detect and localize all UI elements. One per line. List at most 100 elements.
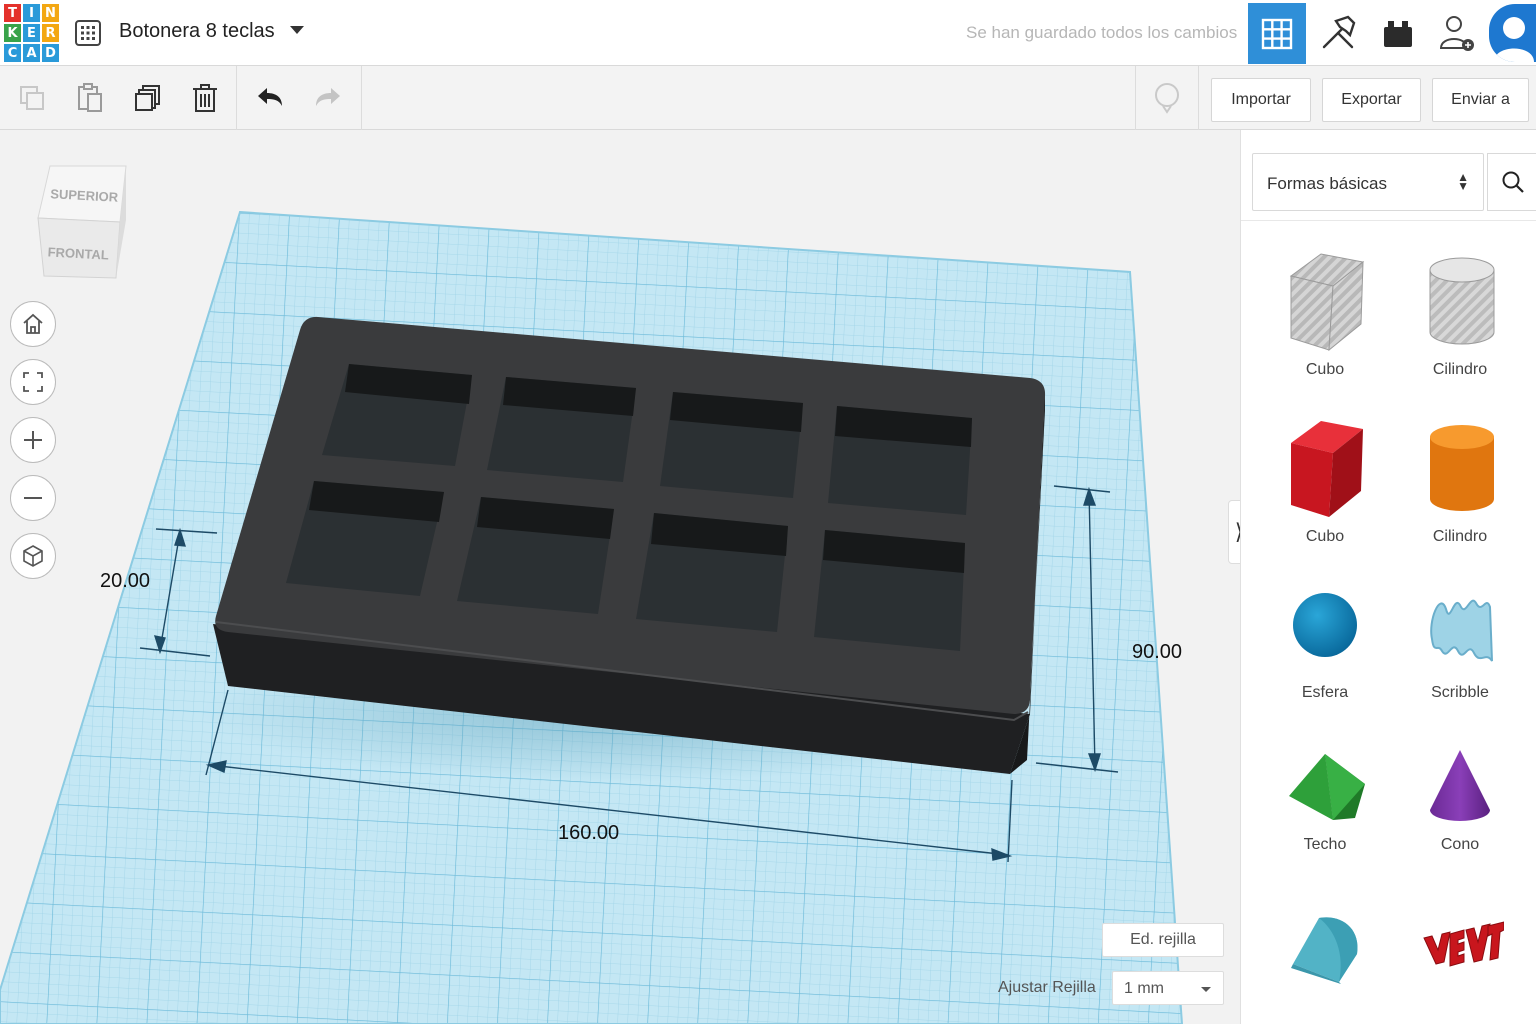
delete-icon[interactable] — [189, 82, 221, 114]
view-cube[interactable]: SUPERIOR FRONTAL — [34, 160, 130, 284]
home-view-button[interactable] — [10, 301, 56, 347]
key-hole — [457, 497, 614, 614]
scribble-icon — [1430, 599, 1493, 662]
edit-toolbar: Importar Exportar Enviar a — [0, 66, 1536, 130]
logo-letter: R — [42, 24, 59, 42]
shape-label: Techo — [1303, 836, 1347, 853]
profile-avatar[interactable] — [1489, 4, 1536, 62]
key-hole — [322, 364, 472, 466]
export-button[interactable]: Exportar — [1322, 78, 1421, 122]
grid-menu-icon[interactable] — [74, 19, 102, 47]
duplicate-icon[interactable] — [132, 82, 164, 114]
view-cube-front-label: FRONTAL — [47, 244, 109, 262]
cylinder-icon — [1430, 425, 1494, 511]
shape-cylinder-hole[interactable]: Cilindro — [1400, 248, 1520, 398]
tinkercad-logo[interactable]: T I N K E R C A D — [4, 4, 59, 62]
send-to-button[interactable]: Enviar a — [1432, 78, 1529, 122]
shape-cube-hole[interactable]: Cubo — [1265, 248, 1385, 398]
toolbar-divider — [1198, 66, 1199, 130]
collapse-panel-toggle[interactable]: ⟩ — [1228, 500, 1240, 564]
shape-label: Cono — [1440, 836, 1480, 853]
fit-view-icon — [23, 372, 43, 392]
toolbar-divider — [361, 66, 362, 130]
home-icon — [23, 313, 43, 334]
width-dimension-label[interactable]: 90.00 — [1132, 641, 1182, 664]
add-user-icon[interactable] — [1434, 10, 1482, 56]
redo-icon[interactable] — [313, 82, 345, 114]
workplane-viewport[interactable]: SUPERIOR FRONTAL 20.00 160.00 90.00 Ed. … — [0, 130, 1240, 1024]
shape-label: Cubo — [1305, 361, 1345, 378]
snap-grid-select[interactable]: 1 mm — [1112, 971, 1224, 1005]
shape-label: Cubo — [1305, 528, 1345, 545]
top-header: T I N K E R C A D Botonera 8 teclas Se h… — [0, 0, 1536, 66]
shape-sphere[interactable]: Esfera — [1265, 581, 1385, 731]
build-icon[interactable] — [1314, 10, 1362, 56]
shape-search-button[interactable] — [1487, 153, 1536, 211]
logo-letter: D — [42, 44, 59, 62]
zoom-in-button[interactable] — [10, 417, 56, 463]
key-hole — [286, 481, 444, 596]
logo-letter: N — [42, 4, 59, 22]
chevron-down-icon — [1201, 987, 1211, 992]
fit-view-button[interactable] — [10, 359, 56, 405]
shape-cylinder[interactable]: Cilindro — [1400, 415, 1520, 565]
zoom-out-icon — [24, 497, 42, 499]
shape-round-roof[interactable] — [1265, 910, 1385, 1024]
updown-caret-icon: ▲ ▼ — [1457, 170, 1469, 193]
paste-icon[interactable] — [74, 82, 106, 114]
search-icon — [1502, 171, 1524, 193]
3d-scene — [0, 210, 1184, 1024]
shape-label: Cilindro — [1432, 361, 1488, 378]
shape-scribble[interactable]: Scribble — [1400, 581, 1520, 731]
shape-label: Esfera — [1301, 684, 1349, 701]
toolbar-divider — [236, 66, 237, 130]
bricks-icon[interactable] — [1374, 10, 1422, 56]
shape-category-select[interactable]: Formas básicas ▲ ▼ — [1252, 153, 1484, 211]
panel-divider — [1241, 220, 1536, 221]
toolbar-divider — [1135, 66, 1136, 130]
logo-letter: K — [4, 24, 21, 42]
roof-icon — [1289, 754, 1365, 820]
height-dimension-label[interactable]: 20.00 — [100, 570, 150, 593]
key-hole — [828, 406, 972, 515]
shape-roof[interactable]: Techo — [1265, 742, 1385, 892]
design-title[interactable]: Botonera 8 teclas — [119, 20, 275, 43]
shape-text[interactable] — [1400, 910, 1520, 1024]
snap-grid-value: 1 mm — [1124, 980, 1164, 997]
key-hole — [814, 530, 965, 651]
zoom-out-button[interactable] — [10, 475, 56, 521]
shape-cone[interactable]: Cono — [1400, 742, 1520, 892]
logo-letter: A — [23, 44, 40, 62]
shapes-panel: Formas básicas ▲ ▼ Cubo Cilindro Cubo Ci… — [1240, 130, 1536, 1024]
snap-grid-label: Ajustar Rejilla — [998, 979, 1096, 996]
chevron-down-icon[interactable] — [290, 26, 304, 34]
undo-icon[interactable] — [253, 82, 285, 114]
logo-letter: C — [4, 44, 21, 62]
cube-icon — [1291, 421, 1363, 517]
3d-view-icon — [1261, 18, 1293, 49]
text-icon — [1423, 921, 1504, 967]
cone-icon — [1430, 750, 1490, 821]
import-button[interactable]: Importar — [1211, 78, 1311, 122]
shape-cube[interactable]: Cubo — [1265, 415, 1385, 565]
length-dimension-label[interactable]: 160.00 — [558, 822, 619, 845]
perspective-button[interactable] — [10, 533, 56, 579]
shape-category-value: Formas básicas — [1267, 174, 1387, 193]
zoom-in-icon — [24, 431, 42, 449]
key-hole — [487, 377, 636, 482]
round-roof-icon — [1291, 917, 1358, 984]
shape-label: Scribble — [1431, 684, 1489, 701]
notes-icon[interactable] — [1151, 82, 1183, 114]
save-status: Se han guardado todos los cambios — [966, 23, 1238, 42]
logo-letter: T — [4, 4, 21, 22]
shape-label: Cilindro — [1432, 528, 1488, 545]
perspective-icon — [23, 545, 43, 567]
3d-view-button[interactable] — [1248, 3, 1306, 64]
logo-letter: E — [23, 24, 40, 42]
cube-hole-icon — [1289, 253, 1365, 352]
sphere-icon — [1293, 593, 1357, 657]
profile-icon — [1494, 17, 1534, 62]
copy-icon[interactable] — [16, 82, 48, 114]
key-hole — [660, 392, 803, 498]
edit-grid-button[interactable]: Ed. rejilla — [1102, 923, 1224, 957]
